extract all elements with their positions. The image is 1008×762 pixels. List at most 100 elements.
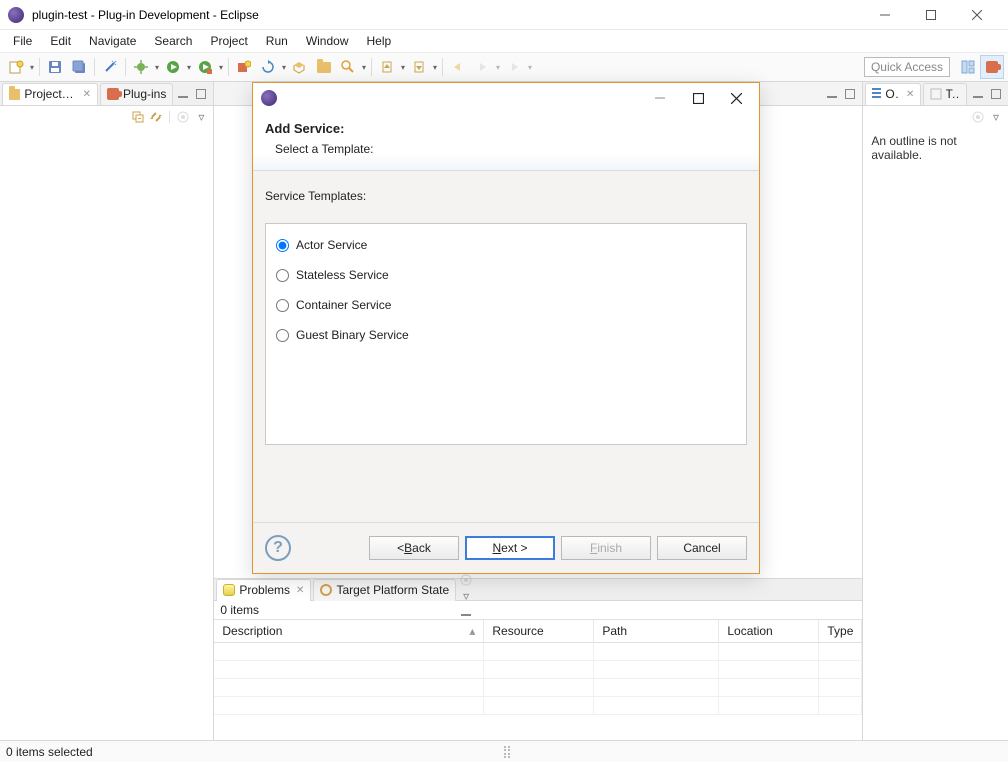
- col-location[interactable]: Location: [719, 620, 819, 642]
- dropdown-arrow-icon[interactable]: ▾: [399, 63, 407, 72]
- table-row[interactable]: [214, 643, 862, 661]
- close-icon[interactable]: ✕: [906, 89, 914, 100]
- new-plugin-icon[interactable]: [233, 56, 255, 78]
- dialog-footer: ? < Back Next > Finish Cancel: [253, 523, 759, 573]
- col-resource[interactable]: Resource: [484, 620, 594, 642]
- outline-toolbar: ▿: [863, 106, 1008, 128]
- maximize-button[interactable]: [908, 0, 954, 30]
- dialog-minimize-button[interactable]: [645, 83, 675, 113]
- close-icon[interactable]: ✕: [83, 89, 91, 100]
- template-radio[interactable]: [276, 269, 289, 282]
- minimize-view-icon[interactable]: [970, 86, 986, 102]
- project-explorer-tree[interactable]: [0, 128, 213, 740]
- close-icon[interactable]: ✕: [296, 585, 304, 596]
- back-icon[interactable]: [447, 56, 469, 78]
- menu-help[interactable]: Help: [358, 32, 401, 50]
- template-option[interactable]: Stateless Service: [276, 268, 736, 282]
- table-row[interactable]: [214, 661, 862, 679]
- dropdown-arrow-icon[interactable]: ▾: [360, 63, 368, 72]
- tab-plugins[interactable]: Plug-ins: [100, 83, 173, 105]
- annotation-prev-icon[interactable]: [376, 56, 398, 78]
- open-perspective-button[interactable]: [956, 55, 980, 79]
- dropdown-arrow-icon[interactable]: ▾: [185, 63, 193, 72]
- view-menu-icon[interactable]: ▿: [988, 109, 1004, 125]
- dialog-titlebar[interactable]: [253, 83, 759, 113]
- tab-problems[interactable]: Problems ✕: [216, 579, 311, 601]
- pde-perspective-button[interactable]: [980, 55, 1004, 79]
- template-option[interactable]: Guest Binary Service: [276, 328, 736, 342]
- template-radio[interactable]: [276, 299, 289, 312]
- run-last-icon[interactable]: [194, 56, 216, 78]
- table-row[interactable]: [214, 697, 862, 715]
- template-option[interactable]: Container Service: [276, 298, 736, 312]
- dropdown-arrow-icon[interactable]: ▾: [217, 63, 225, 72]
- save-icon[interactable]: [44, 56, 66, 78]
- minimize-view-icon[interactable]: [824, 86, 840, 102]
- dropdown-arrow-icon[interactable]: ▾: [494, 63, 502, 72]
- col-path[interactable]: Path: [594, 620, 719, 642]
- back-button[interactable]: < Back: [369, 536, 459, 560]
- view-menu-icon[interactable]: ▿: [193, 109, 209, 125]
- tab-project-explorer[interactable]: Project Ex... ✕: [2, 83, 98, 105]
- dialog-close-button[interactable]: [721, 83, 751, 113]
- dialog-body: Service Templates: Actor ServiceStateles…: [253, 171, 759, 523]
- table-row[interactable]: [214, 679, 862, 697]
- forward-icon[interactable]: [503, 56, 525, 78]
- tab-label: Plug-ins: [123, 87, 166, 101]
- template-radio[interactable]: [276, 329, 289, 342]
- minimize-view-icon[interactable]: [175, 86, 191, 102]
- help-button[interactable]: ?: [265, 535, 291, 561]
- col-type[interactable]: Type: [819, 620, 862, 642]
- search-icon[interactable]: [337, 56, 359, 78]
- menu-project[interactable]: Project: [201, 32, 256, 50]
- refresh-icon[interactable]: [257, 56, 279, 78]
- dropdown-arrow-icon[interactable]: ▾: [153, 63, 161, 72]
- menu-search[interactable]: Search: [145, 32, 201, 50]
- tab-label: O...: [885, 87, 900, 101]
- menu-edit[interactable]: Edit: [41, 32, 80, 50]
- collapse-all-icon[interactable]: [130, 109, 146, 125]
- dropdown-arrow-icon[interactable]: ▾: [280, 63, 288, 72]
- link-editor-icon[interactable]: [148, 109, 164, 125]
- dialog-maximize-button[interactable]: [683, 83, 713, 113]
- problems-icon: [223, 584, 235, 596]
- minimize-button[interactable]: [862, 0, 908, 30]
- cancel-button[interactable]: Cancel: [657, 536, 747, 560]
- close-button[interactable]: [954, 0, 1000, 30]
- new-icon[interactable]: [5, 56, 27, 78]
- open-folder-icon[interactable]: [313, 56, 335, 78]
- open-type-icon[interactable]: [289, 56, 311, 78]
- save-all-icon[interactable]: [68, 56, 90, 78]
- maximize-view-icon[interactable]: [842, 86, 858, 102]
- focus-task-icon[interactable]: [175, 109, 191, 125]
- status-text: 0 items selected: [6, 745, 93, 759]
- run-icon[interactable]: [162, 56, 184, 78]
- template-label: Stateless Service: [296, 268, 389, 282]
- debug-icon[interactable]: [130, 56, 152, 78]
- template-option[interactable]: Actor Service: [276, 238, 736, 252]
- tab-outline[interactable]: O... ✕: [865, 83, 921, 105]
- annotation-next-icon[interactable]: [408, 56, 430, 78]
- menu-run[interactable]: Run: [257, 32, 297, 50]
- dropdown-arrow-icon[interactable]: ▾: [526, 63, 534, 72]
- next-button[interactable]: Next >: [465, 536, 555, 560]
- problems-table[interactable]: Description▴ Resource Path Location Type: [214, 619, 862, 715]
- dropdown-arrow-icon[interactable]: ▾: [28, 63, 36, 72]
- maximize-view-icon[interactable]: [988, 86, 1004, 102]
- focus-task-icon[interactable]: [970, 109, 986, 125]
- finish-button[interactable]: Finish: [561, 536, 651, 560]
- menu-navigate[interactable]: Navigate: [80, 32, 145, 50]
- menu-file[interactable]: File: [4, 32, 41, 50]
- wand-icon[interactable]: [99, 56, 121, 78]
- dropdown-arrow-icon[interactable]: ▾: [431, 63, 439, 72]
- forward-icon[interactable]: [471, 56, 493, 78]
- template-label: Actor Service: [296, 238, 367, 252]
- template-radio[interactable]: [276, 239, 289, 252]
- col-description[interactable]: Description▴: [214, 620, 484, 642]
- maximize-view-icon[interactable]: [193, 86, 209, 102]
- task-icon: [930, 88, 941, 100]
- tab-target-platform[interactable]: Target Platform State: [313, 579, 456, 601]
- tab-tasklist[interactable]: T...: [923, 83, 967, 105]
- menu-window[interactable]: Window: [297, 32, 358, 50]
- quick-access-field[interactable]: Quick Access: [864, 57, 950, 77]
